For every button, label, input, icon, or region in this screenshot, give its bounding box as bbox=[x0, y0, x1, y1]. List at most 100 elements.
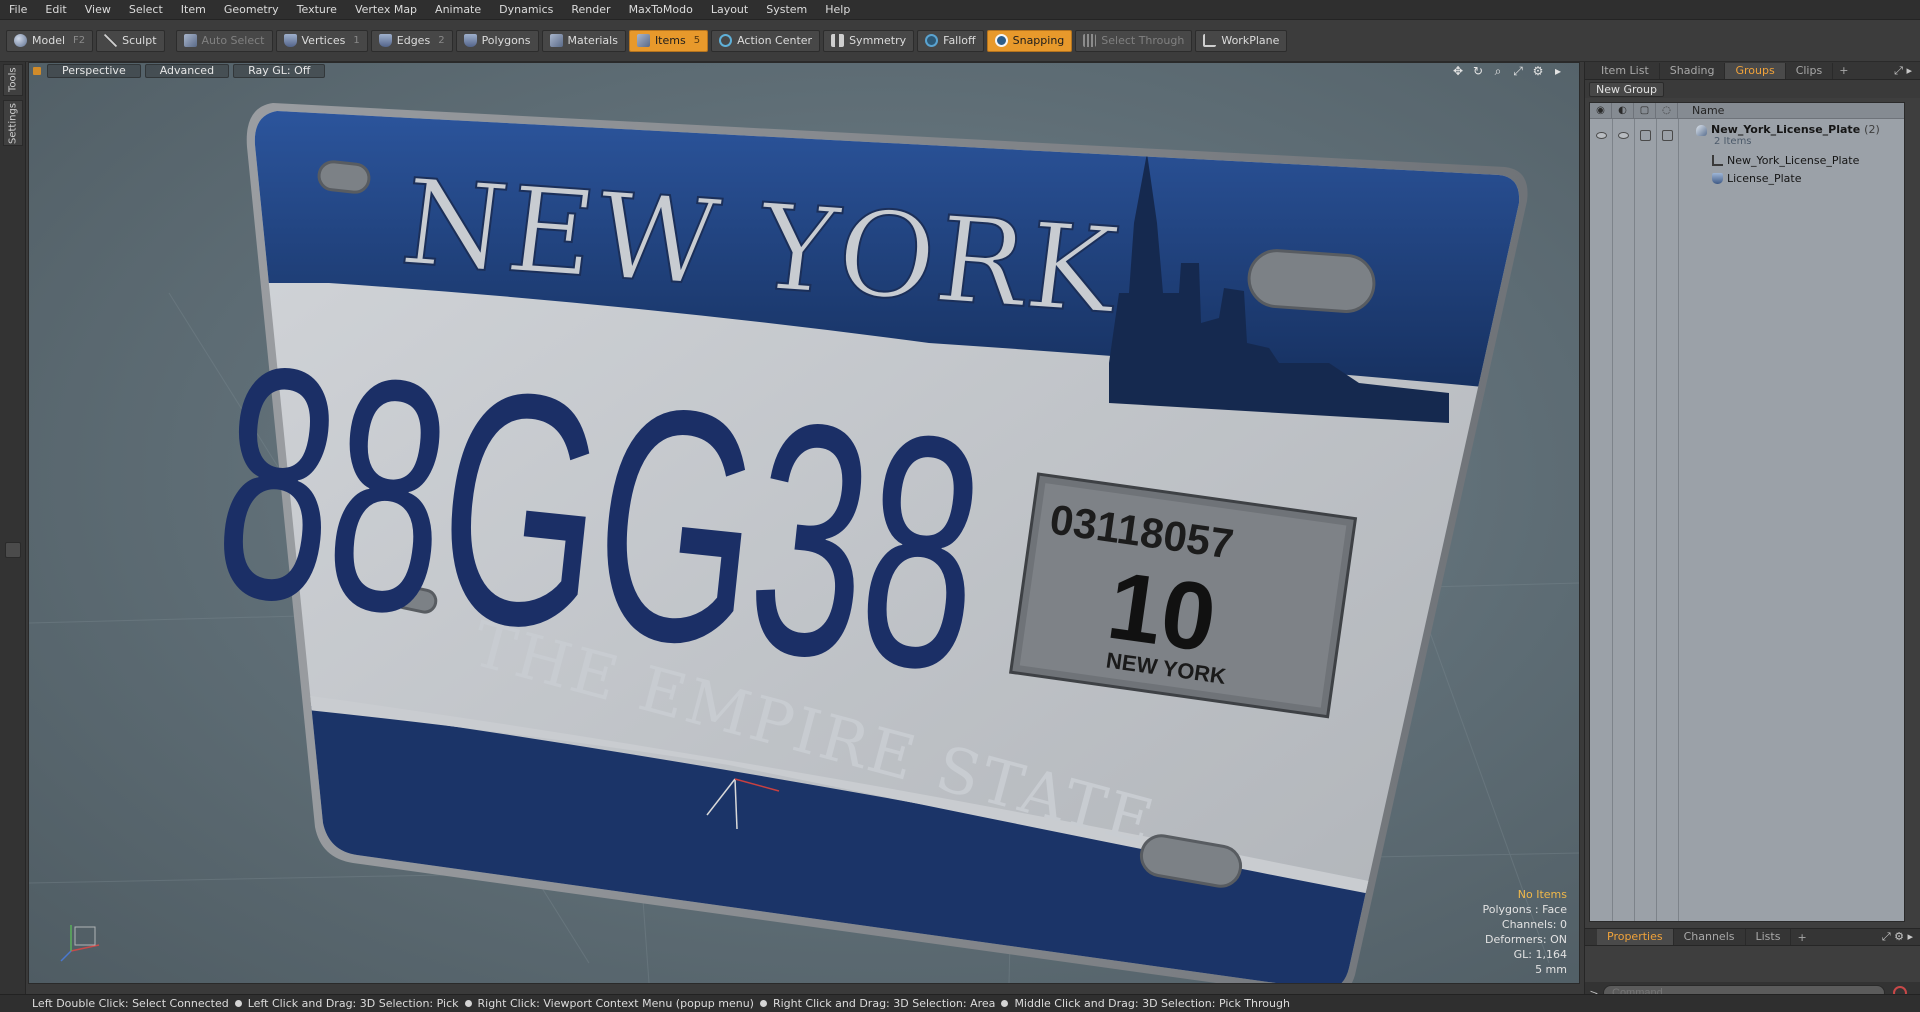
snapping-button[interactable]: Snapping bbox=[986, 29, 1073, 52]
status-hint: Middle Click and Drag: 3D Selection: Pic… bbox=[1014, 997, 1290, 1010]
menu-view[interactable]: View bbox=[76, 0, 120, 20]
edges-icon bbox=[378, 34, 392, 47]
status-bar: Left Double Click: Select Connected Left… bbox=[0, 994, 1920, 1012]
items-mode-button[interactable]: Items 5 bbox=[628, 29, 709, 52]
new-group-button[interactable]: New Group bbox=[1589, 81, 1664, 97]
viewport-menu-dot[interactable] bbox=[33, 67, 41, 75]
vertices-mode-button[interactable]: Vertices 1 bbox=[275, 29, 368, 52]
sculpt-mode-button[interactable]: Sculpt bbox=[96, 29, 165, 52]
visibility-toggle[interactable] bbox=[1590, 121, 1612, 149]
menu-edit[interactable]: Edit bbox=[36, 0, 75, 20]
add-tab-icon[interactable]: + bbox=[1791, 931, 1812, 944]
groups-tree-header: ◉ ◐ ▢ ◌ Name bbox=[1590, 103, 1904, 119]
menu-vertex-map[interactable]: Vertex Map bbox=[346, 0, 426, 20]
workplane-button[interactable]: WorkPlane bbox=[1195, 29, 1288, 52]
falloff-button[interactable]: Falloff bbox=[917, 29, 984, 52]
gear-icon[interactable]: ⚙ bbox=[1531, 64, 1545, 78]
action-center-button[interactable]: Action Center bbox=[711, 29, 821, 52]
model-label: Model bbox=[32, 34, 66, 47]
projection-dropdown[interactable]: Perspective bbox=[47, 64, 141, 78]
zoom-view-icon[interactable]: ⌕ bbox=[1491, 64, 1505, 78]
polygons-mode-button[interactable]: Polygons bbox=[455, 29, 539, 52]
render-column-icon[interactable]: ◐ bbox=[1612, 103, 1634, 119]
menu-animate[interactable]: Animate bbox=[426, 0, 490, 20]
add-tab-icon[interactable]: + bbox=[1833, 64, 1854, 77]
group-name: New_York_License_Plate bbox=[1711, 123, 1861, 136]
lock-toggle[interactable] bbox=[1634, 121, 1656, 149]
tab-shading[interactable]: Shading bbox=[1660, 62, 1726, 79]
model-mode-button[interactable]: Model F2 bbox=[6, 29, 94, 52]
menu-bar: File Edit View Select Item Geometry Text… bbox=[0, 0, 1920, 20]
group-row-new-york-license-plate[interactable]: New_York_License_Plate (2) 2 Items bbox=[1590, 121, 1904, 149]
tab-channels[interactable]: Channels bbox=[1674, 929, 1746, 945]
edges-mode-button[interactable]: Edges 2 bbox=[370, 29, 453, 52]
tab-clips[interactable]: Clips bbox=[1786, 62, 1834, 79]
menu-render[interactable]: Render bbox=[562, 0, 619, 20]
status-hint: Right Click: Viewport Context Menu (popu… bbox=[477, 997, 754, 1010]
select-column-icon[interactable]: ◌ bbox=[1656, 103, 1678, 119]
symmetry-button[interactable]: Symmetry bbox=[823, 29, 915, 52]
3d-viewport[interactable]: NEW YORK 88GG38 THE EMPIRE STATE 0311805… bbox=[28, 62, 1580, 984]
group-member-row[interactable]: License_Plate bbox=[1590, 169, 1904, 187]
polygons-label: Polygons bbox=[481, 34, 531, 47]
tab-lists[interactable]: Lists bbox=[1746, 929, 1792, 945]
menu-texture[interactable]: Texture bbox=[288, 0, 346, 20]
menu-system[interactable]: System bbox=[757, 0, 816, 20]
move-view-icon[interactable]: ✥ bbox=[1451, 64, 1465, 78]
render-eye-icon bbox=[1617, 131, 1629, 139]
falloff-icon bbox=[925, 34, 939, 47]
maximize-icon[interactable]: ⤢ bbox=[1511, 64, 1525, 78]
raygl-toggle[interactable]: Ray GL: Off bbox=[233, 64, 326, 78]
tools-tab[interactable]: Tools bbox=[3, 64, 23, 96]
group-member-row[interactable]: New_York_License_Plate bbox=[1590, 151, 1904, 169]
scene-render: NEW YORK 88GG38 THE EMPIRE STATE 0311805… bbox=[29, 103, 1579, 983]
lock-column-icon[interactable]: ▢ bbox=[1634, 103, 1656, 119]
name-column-header[interactable]: Name bbox=[1678, 104, 1724, 117]
viewport-header: Perspective Advanced Ray GL: Off bbox=[29, 63, 1579, 79]
panel-options-icon[interactable]: ⤢ ⚙ ▸ bbox=[1882, 930, 1920, 944]
panel-expand-icon[interactable]: ⤢ ▸ bbox=[1894, 64, 1920, 78]
status-separator-dot bbox=[1001, 1000, 1009, 1007]
menu-file[interactable]: File bbox=[0, 0, 36, 20]
materials-icon bbox=[549, 34, 563, 47]
menu-help[interactable]: Help bbox=[816, 0, 859, 20]
materials-mode-button[interactable]: Materials bbox=[541, 29, 626, 52]
select-through-label: Select Through bbox=[1101, 34, 1185, 47]
materials-label: Materials bbox=[567, 34, 618, 47]
snapping-label: Snapping bbox=[1012, 34, 1065, 47]
settings-tab[interactable]: Settings bbox=[3, 100, 23, 146]
menu-select[interactable]: Select bbox=[120, 0, 172, 20]
status-hint: Right Click and Drag: 3D Selection: Area bbox=[772, 997, 996, 1010]
group-count: (2) bbox=[1864, 123, 1880, 136]
panel-collapse-handle[interactable] bbox=[5, 542, 21, 558]
tab-properties[interactable]: Properties bbox=[1597, 929, 1674, 945]
select-toggle[interactable] bbox=[1656, 121, 1678, 149]
menu-dynamics[interactable]: Dynamics bbox=[490, 0, 562, 20]
properties-tabs: Properties Channels Lists + ⤢ ⚙ ▸ bbox=[1585, 928, 1920, 946]
member-label: License_Plate bbox=[1590, 172, 1801, 185]
member-name-2: License_Plate bbox=[1727, 171, 1802, 185]
menu-item[interactable]: Item bbox=[172, 0, 215, 20]
shading-style-dropdown[interactable]: Advanced bbox=[144, 64, 230, 78]
group-items-count: 2 Items bbox=[1714, 136, 1752, 147]
auto-select-button[interactable]: Auto Select bbox=[175, 29, 273, 52]
menu-geometry[interactable]: Geometry bbox=[215, 0, 288, 20]
menu-layout[interactable]: Layout bbox=[702, 0, 757, 20]
right-panel-tabs: Item List Shading Groups Clips + ⤢ ▸ bbox=[1585, 62, 1920, 80]
render-toggle[interactable] bbox=[1612, 121, 1634, 149]
items-cube-icon bbox=[636, 34, 650, 47]
mesh-icon bbox=[1712, 173, 1723, 184]
arrow-right-icon[interactable]: ▸ bbox=[1551, 64, 1565, 78]
column-divider bbox=[1656, 119, 1657, 921]
groups-toolbar: New Group bbox=[1585, 80, 1920, 98]
visibility-column-icon[interactable]: ◉ bbox=[1590, 103, 1612, 119]
rotate-view-icon[interactable]: ↻ bbox=[1471, 64, 1485, 78]
tab-groups[interactable]: Groups bbox=[1725, 62, 1786, 79]
auto-select-icon bbox=[183, 34, 197, 47]
menu-maxtomodo[interactable]: MaxToModo bbox=[620, 0, 702, 20]
groups-tree: ◉ ◐ ▢ ◌ Name New_York_License_Plate(2) bbox=[1589, 102, 1905, 922]
status-separator-dot bbox=[464, 1000, 472, 1007]
tab-item-list[interactable]: Item List bbox=[1591, 62, 1660, 79]
model-sphere-icon bbox=[14, 34, 27, 47]
select-through-button[interactable]: Select Through bbox=[1075, 29, 1193, 52]
